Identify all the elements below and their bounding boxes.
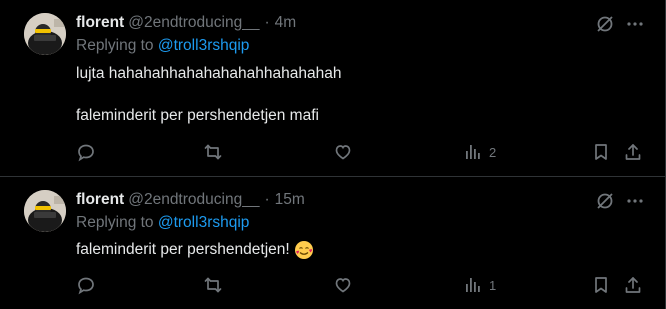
replying-to: Replying to @troll3rshqip	[76, 214, 249, 232]
views-icon	[466, 278, 480, 292]
reply-icon	[78, 144, 94, 162]
timestamp[interactable]: 4m	[275, 14, 297, 32]
separator-dot: ·	[264, 14, 270, 31]
retweet-icon	[204, 144, 222, 160]
user-handle[interactable]: @2endtroducing__	[128, 191, 259, 209]
grok-icon[interactable]	[594, 13, 616, 35]
smiling-face-with-hearts-icon	[294, 240, 314, 260]
views-button[interactable]: 1	[463, 273, 496, 297]
avatar[interactable]	[24, 190, 66, 232]
retweet-icon	[204, 277, 222, 293]
like-icon	[335, 278, 351, 293]
reply-icon	[78, 277, 94, 295]
tweet-text-line: faleminderit per pershendetjen!	[76, 241, 290, 258]
display-name[interactable]: florent	[76, 14, 124, 32]
retweet-button[interactable]	[203, 140, 223, 164]
separator-dot: ·	[264, 191, 270, 208]
share-icon	[625, 277, 641, 293]
tweet[interactable]: florent @2endtroducing__ · 15m Replying …	[0, 177, 666, 309]
reply-mention-link[interactable]: @troll3rshqip	[158, 37, 250, 54]
share-icon	[625, 144, 641, 160]
reply-prefix: Replying to	[76, 37, 154, 54]
views-icon	[466, 145, 480, 159]
reply-mention-link[interactable]: @troll3rshqip	[158, 214, 250, 231]
more-icon[interactable]	[624, 190, 646, 212]
tweet-actions: 2	[0, 140, 666, 164]
tweet[interactable]: florent @2endtroducing__ · 4m Replying t…	[0, 0, 666, 176]
bookmark-icon	[595, 144, 607, 160]
grok-icon[interactable]	[594, 190, 616, 212]
bookmark-button[interactable]	[591, 273, 611, 297]
retweet-button[interactable]	[203, 273, 223, 297]
tweet-text-line: lujta hahahahhahahahahahhahahahah	[76, 65, 342, 82]
replying-to: Replying to @troll3rshqip	[76, 37, 249, 55]
display-name[interactable]: florent	[76, 191, 124, 209]
tweet-header: florent @2endtroducing__ · 15m	[76, 189, 305, 211]
reply-prefix: Replying to	[76, 214, 154, 231]
like-button[interactable]	[333, 273, 353, 297]
tweet-header: florent @2endtroducing__ · 4m	[76, 12, 296, 34]
timestamp[interactable]: 15m	[275, 191, 305, 209]
avatar[interactable]	[24, 13, 66, 55]
reply-button[interactable]	[76, 273, 96, 297]
views-count: 1	[489, 277, 497, 293]
views-button[interactable]: 2	[463, 140, 496, 164]
tweet-text: faleminderit per pershendetjen!	[76, 240, 314, 260]
share-button[interactable]	[623, 140, 643, 164]
reply-button[interactable]	[76, 140, 96, 164]
tweet-text-line: faleminderit per pershendetjen mafi	[76, 107, 319, 124]
views-count: 2	[489, 144, 497, 160]
share-button[interactable]	[623, 273, 643, 297]
tweet-actions: 1	[0, 273, 666, 297]
user-handle[interactable]: @2endtroducing__	[128, 14, 259, 32]
more-icon[interactable]	[624, 13, 646, 35]
like-button[interactable]	[333, 140, 353, 164]
bookmark-button[interactable]	[591, 140, 611, 164]
bookmark-icon	[595, 277, 607, 293]
like-icon	[335, 145, 351, 160]
